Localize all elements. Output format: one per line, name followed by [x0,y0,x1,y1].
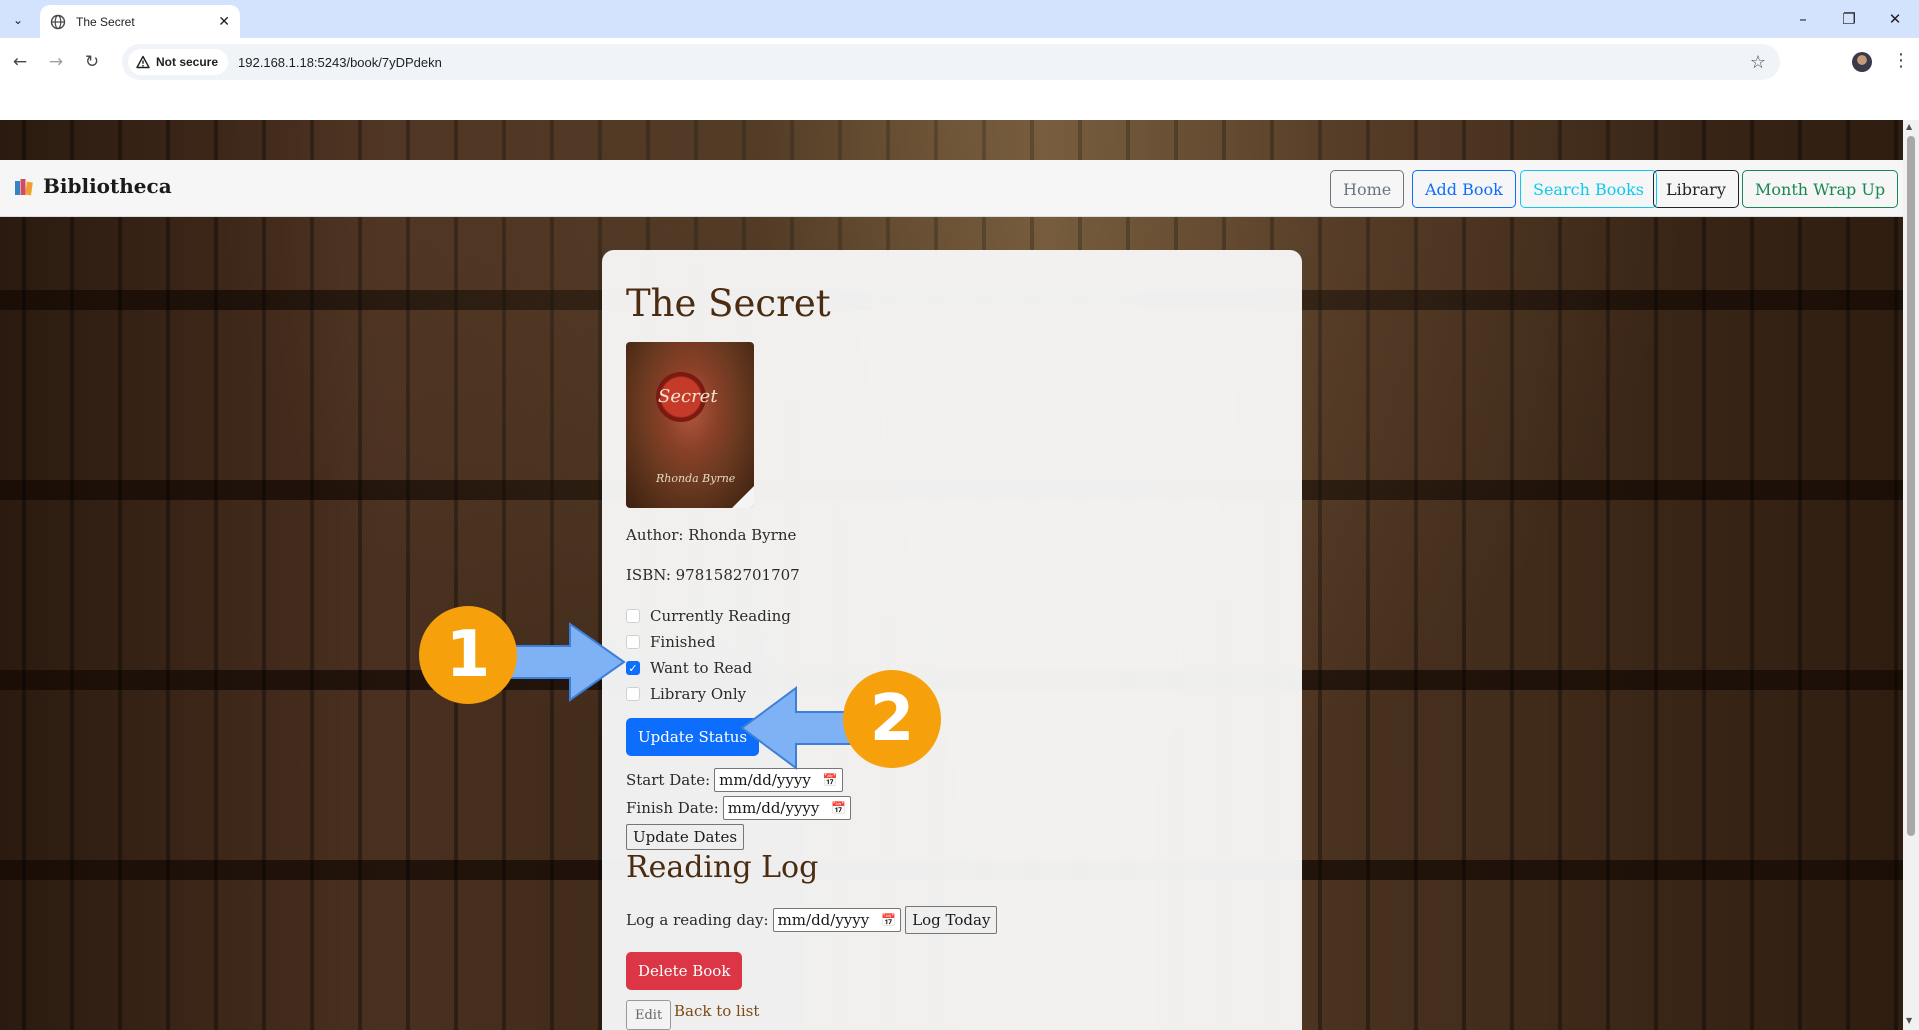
nav-add-book-button[interactable]: Add Book [1412,170,1516,208]
brand-name: Bibliotheca [43,174,172,198]
calendar-icon[interactable]: 📅 [831,801,846,815]
tab-strip: ⌄ The Secret ✕ – ❐ ✕ [0,0,1919,38]
cover-author: Rhonda Byrne [656,472,736,485]
nav-home-button[interactable]: Home [1330,170,1405,208]
finish-date-placeholder: mm/dd/yyyy [727,799,820,817]
book-cover-image: Secret Rhonda Byrne [626,342,754,508]
currently-reading-checkbox[interactable] [626,609,640,623]
browser-menu-icon[interactable]: ⋮ [1892,50,1910,71]
globe-icon [50,14,66,29]
minimize-icon[interactable]: – [1780,0,1826,38]
finish-date-label: Finish Date: [626,799,719,817]
security-chip[interactable]: Not secure [128,49,229,75]
status-option-currently-reading[interactable]: Currently Reading [626,607,791,625]
books-icon [15,179,33,196]
log-date-placeholder: mm/dd/yyyy [777,911,870,929]
restore-icon[interactable]: ❐ [1826,0,1872,38]
reading-log-title: Reading Log [626,850,819,885]
edit-button[interactable]: Edit [626,1000,672,1030]
want-to-read-label: Want to Read [650,659,753,677]
scroll-thumb[interactable] [1907,136,1915,836]
status-option-want-to-read[interactable]: ✓ Want to Read [626,659,752,677]
reading-log-row: Log a reading day: mm/dd/yyyy 📅 Log Toda… [626,906,998,934]
url-text[interactable]: 192.168.1.18:5243/book/7yDPdekn [238,55,442,70]
cover-title: Secret [658,386,718,407]
profile-avatar[interactable] [1852,52,1872,72]
update-status-button[interactable]: Update Status [626,718,760,756]
page-curl [732,486,754,508]
page-scrollbar[interactable]: ▲ ▼ [1903,120,1919,1030]
reload-icon[interactable]: ↻ [80,50,104,74]
start-date-label: Start Date: [626,771,711,789]
nav-month-wrap-up-button[interactable]: Month Wrap Up [1742,170,1899,208]
back-to-list-link[interactable]: Back to list [674,1002,759,1020]
forward-arrow-icon[interactable]: → [44,50,68,74]
calendar-icon[interactable]: 📅 [823,773,838,787]
calendar-icon[interactable]: 📅 [881,913,896,927]
bookmark-star-icon[interactable]: ☆ [1750,52,1766,73]
address-bar[interactable]: Not secure 192.168.1.18:5243/book/7yDPde… [122,44,1780,80]
nav-library-button[interactable]: Library [1653,170,1739,208]
page-viewport: Bibliotheca Home Add Book Search Books L… [0,120,1903,1030]
close-window-icon[interactable]: ✕ [1872,0,1918,38]
brand[interactable]: Bibliotheca [14,174,172,198]
isbn-line: ISBN: 9781582701707 [626,566,800,584]
update-dates-row: Update Dates [626,824,745,850]
start-date-row: Start Date: mm/dd/yyyy 📅 [626,768,843,792]
browser-toolbar: ← → ↻ Not secure 192.168.1.18:5243/book/… [0,38,1919,86]
page-title: The Secret [626,282,831,325]
status-option-finished[interactable]: Finished [626,633,716,651]
tab-close-icon[interactable]: ✕ [218,14,230,30]
step-2-badge: 2 [843,670,941,768]
currently-reading-label: Currently Reading [650,607,791,625]
browser-tab[interactable]: The Secret ✕ [40,5,240,38]
finish-date-input[interactable]: mm/dd/yyyy 📅 [722,796,852,820]
step-1-badge: 1 [419,606,517,704]
library-only-checkbox[interactable] [626,687,640,701]
update-dates-button[interactable]: Update Dates [626,824,745,850]
back-arrow-icon[interactable]: ← [8,50,32,74]
tab-title: The Secret [76,14,135,29]
site-navbar: Bibliotheca Home Add Book Search Books L… [0,160,1903,217]
log-today-button[interactable]: Log Today [905,906,998,934]
start-date-input[interactable]: mm/dd/yyyy 📅 [714,768,843,792]
warning-icon [136,55,150,69]
start-date-placeholder: mm/dd/yyyy [719,771,811,789]
book-detail-card: The Secret Secret Rhonda Byrne Author: R… [602,250,1302,1030]
security-label: Not secure [156,55,219,69]
finished-checkbox[interactable] [626,635,640,649]
scroll-down-icon[interactable]: ▼ [1906,1016,1912,1025]
tab-search-icon[interactable]: ⌄ [6,8,30,32]
delete-book-button[interactable]: Delete Book [626,952,743,990]
finish-date-row: Finish Date: mm/dd/yyyy 📅 [626,796,852,820]
library-only-label: Library Only [650,685,747,703]
nav-search-books-button[interactable]: Search Books [1520,170,1657,208]
log-day-label: Log a reading day: [626,911,769,929]
scroll-up-icon[interactable]: ▲ [1906,122,1912,131]
want-to-read-checkbox[interactable]: ✓ [626,661,640,675]
log-date-input[interactable]: mm/dd/yyyy 📅 [772,908,902,932]
author-line: Author: Rhonda Byrne [626,526,797,544]
finished-label: Finished [650,633,716,651]
status-option-library-only[interactable]: Library Only [626,685,746,703]
